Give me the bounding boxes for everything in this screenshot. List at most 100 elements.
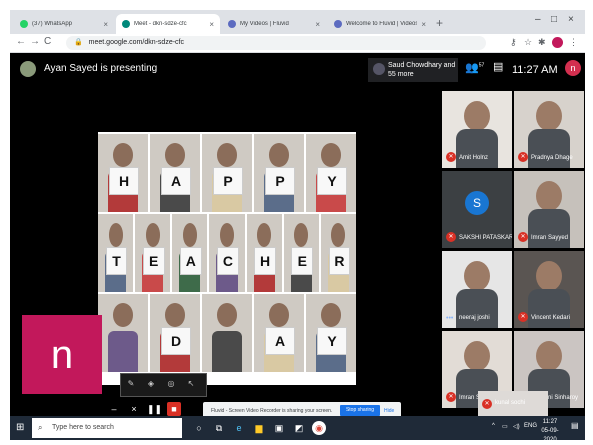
tab-fluvid-welcome[interactable]: Welcome to Fluvid | Videos | F... × (328, 14, 432, 34)
participant-name: SAKSHI PATASKAR (459, 235, 512, 241)
close-icon[interactable]: × (421, 20, 426, 29)
slide-cell: R (320, 214, 356, 292)
minus-icon[interactable]: – (107, 402, 121, 416)
task-view-icon[interactable]: ⧉ (212, 421, 226, 435)
minimize-button[interactable]: – (535, 14, 541, 25)
people-icon: 👥 (465, 62, 479, 74)
letter-card: R (328, 246, 351, 276)
reload-button[interactable]: C (44, 36, 51, 47)
person (182, 223, 197, 247)
letter-card: Y (317, 166, 347, 196)
close-icon[interactable]: × (315, 20, 320, 29)
participant-video (536, 181, 562, 211)
menu-icon[interactable]: ⋮ (569, 37, 578, 48)
participant-tile[interactable]: ✕Imran Sayyed (514, 171, 584, 248)
windows-start-icon[interactable]: ⊞ (16, 422, 24, 433)
key-icon[interactable]: ⚷ (510, 37, 517, 48)
letter-card: H (254, 246, 276, 276)
participants-summary[interactable]: Saud Chowdhary and 55 more (368, 58, 458, 82)
app-icon[interactable]: ◩ (292, 421, 306, 435)
people-button[interactable]: 👥57 (465, 61, 484, 74)
letter-card: P (213, 166, 243, 196)
address-bar: ← → C 🔒 meet.google.com/dkn-sdze-cfc ⚷ ☆… (10, 34, 585, 53)
network-icon[interactable]: ▭ (502, 423, 508, 430)
participant-body (528, 129, 570, 168)
new-tab-button[interactable]: + (436, 16, 443, 30)
slide-cell: Y (306, 134, 356, 212)
window-close-button[interactable]: × (568, 14, 574, 25)
edge-icon[interactable]: e (232, 421, 246, 435)
cursor-icon[interactable]: ↖ (185, 378, 197, 390)
slide-cell: Y (306, 294, 356, 372)
maximize-button[interactable]: □ (551, 14, 557, 25)
participant-name: Pradnya Dhage (531, 155, 573, 161)
participant-tile[interactable]: ✕ kunal sochi (478, 391, 548, 416)
tab-fluvid-videos[interactable]: My Videos | Fluvid × (222, 14, 326, 34)
person (294, 223, 309, 247)
hide-button[interactable]: Hide (384, 408, 394, 414)
fluvid-icon (334, 20, 342, 28)
extension-icon[interactable]: ✱ (538, 37, 546, 48)
cortana-icon[interactable]: ○ (192, 421, 206, 435)
participant-tile[interactable]: ✕ Pradnya Dhage (514, 91, 584, 168)
taskbar-clock[interactable]: 11:27 05-09-2020 (535, 418, 565, 440)
person (217, 143, 237, 167)
taskbar-search[interactable]: ⌕ Type here to search (32, 418, 182, 438)
participant-tile[interactable]: ✕ Vincent Kedari (514, 251, 584, 328)
presented-screen: HAPPYTEACHERDAY (98, 132, 356, 385)
chrome-icon[interactable]: ◉ (312, 421, 326, 435)
target-icon[interactable]: ◎ (165, 378, 177, 390)
mic-off-icon: ✕ (518, 312, 528, 322)
chat-button[interactable]: ▤ (493, 60, 503, 73)
mic-off-icon: ✕ (482, 399, 492, 409)
slide-cell: A (172, 214, 208, 292)
tray-up-icon[interactable]: ^ (492, 423, 495, 429)
volume-icon[interactable]: ◁) (513, 423, 520, 430)
close-icon[interactable]: × (209, 20, 214, 29)
avatar (20, 61, 36, 77)
store-icon[interactable]: ▣ (272, 421, 286, 435)
participant-tile[interactable]: S ✕ SAKSHI PATASKAR (442, 171, 512, 248)
letter-card: T (105, 246, 128, 276)
pen-icon[interactable]: ✎ (125, 378, 137, 390)
forward-button[interactable]: → (30, 36, 40, 47)
slide-cell: D (150, 294, 200, 372)
slide-row: D AY (98, 294, 356, 372)
taskbar: ⊞ ⌕ Type here to search ○ ⧉ e ▆ ▣ ◩ ◉ ^ … (10, 416, 585, 440)
meet-clock: 11:27 AM (512, 64, 558, 76)
mic-off-icon: ✕ (518, 152, 528, 162)
mic-off-icon: ✕ (446, 152, 456, 162)
person (165, 303, 185, 327)
back-button[interactable]: ← (16, 36, 26, 47)
participant-video (464, 341, 490, 371)
url-field[interactable]: 🔒 meet.google.com/dkn-sdze-cfc (66, 36, 486, 50)
close-icon[interactable]: × (103, 20, 108, 29)
slide-row: TEACHER (98, 214, 356, 292)
slide-cell: E (283, 214, 319, 292)
notifications-icon[interactable]: ▤ (571, 421, 579, 430)
star-icon[interactable]: ☆ (524, 37, 532, 48)
you-avatar[interactable]: n (565, 60, 581, 76)
tab-meet[interactable]: Meet - dkn-sdze-cfc × (116, 14, 220, 34)
close-icon[interactable]: × (127, 402, 141, 416)
person (217, 303, 237, 327)
slide-cell: E (135, 214, 171, 292)
pause-icon[interactable]: ❚❚ (147, 402, 162, 416)
tab-whatsapp[interactable]: (37) WhatsApp × (14, 14, 114, 34)
participant-name: Imran Sayyed (531, 235, 569, 241)
participant-tile[interactable]: ✕ Amit Holnz (442, 91, 512, 168)
participant-body (456, 289, 498, 328)
file-explorer-icon[interactable]: ▆ (252, 421, 266, 435)
person (331, 223, 346, 247)
participant-tile[interactable]: ••• neeraj joshi (442, 251, 512, 328)
participant-video (536, 101, 562, 131)
profile-avatar[interactable] (552, 37, 563, 48)
whatsapp-icon (20, 20, 28, 28)
stop-sharing-button[interactable]: Stop sharing (340, 405, 380, 416)
stop-icon[interactable]: ■ (167, 402, 181, 416)
letter-card: A (161, 166, 191, 196)
participant-name: neeraj joshi (459, 315, 490, 321)
person (321, 303, 341, 327)
person (108, 223, 123, 247)
eraser-icon[interactable]: ◈ (145, 378, 157, 390)
